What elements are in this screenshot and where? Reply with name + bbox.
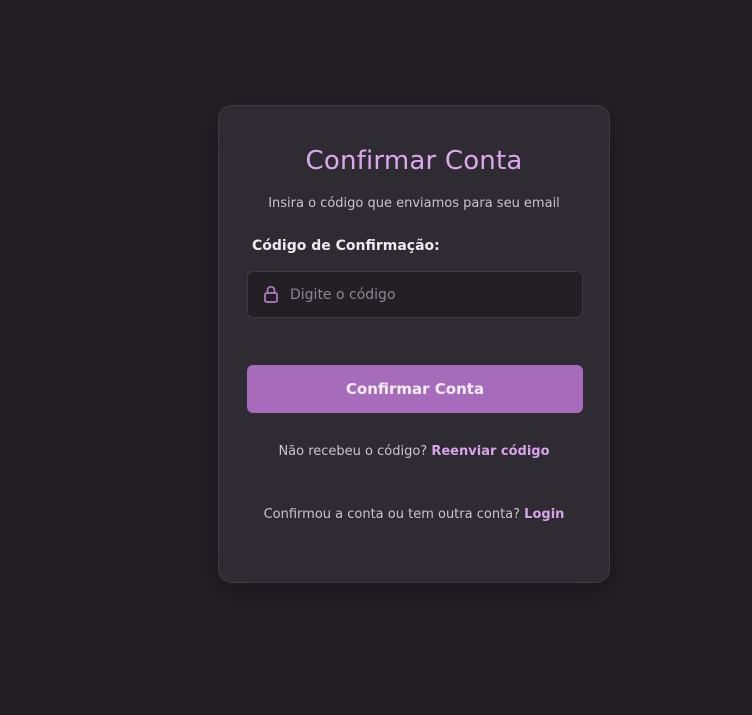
confirm-account-card: Confirmar Conta Insira o código que envi… [218, 105, 610, 583]
page-title: Confirmar Conta [305, 146, 523, 176]
resend-code-link[interactable]: Reenviar código [431, 444, 549, 459]
code-field-label: Código de Confirmação: [252, 238, 440, 254]
login-prompt: Confirmou a conta ou tem outra conta? [263, 507, 521, 522]
login-link[interactable]: Login [524, 507, 564, 522]
confirm-account-button[interactable]: Confirmar Conta [247, 365, 583, 413]
resend-prompt: Não recebeu o código? [278, 444, 428, 459]
page-subtitle: Insira o código que enviamos para seu em… [268, 196, 560, 211]
resend-line: Não recebeu o código? Reenviar código [219, 444, 609, 459]
lock-icon [264, 285, 278, 303]
code-input-wrapper[interactable] [247, 271, 583, 318]
code-input[interactable] [290, 272, 570, 317]
login-line: Confirmou a conta ou tem outra conta? Lo… [219, 507, 609, 522]
